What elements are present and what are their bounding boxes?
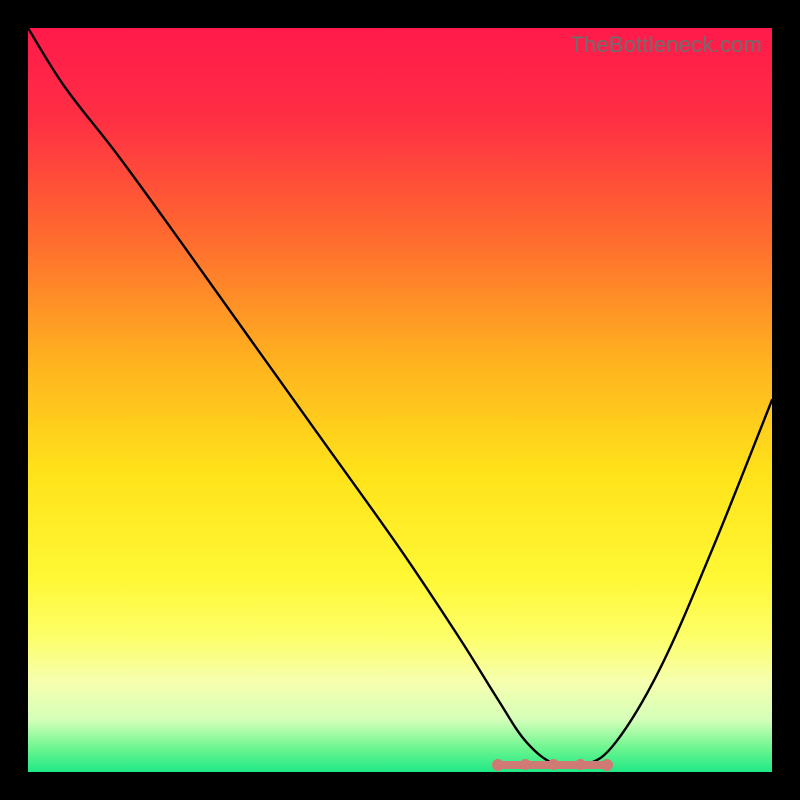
min-marker [601, 759, 613, 771]
min-marker [520, 759, 531, 770]
min-marker [548, 759, 559, 770]
outer-frame: TheBottleneck.com [0, 0, 800, 800]
min-marker [575, 759, 586, 770]
bottleneck-curve [28, 28, 772, 772]
plot-area: TheBottleneck.com [28, 28, 772, 772]
min-marker [492, 759, 504, 771]
